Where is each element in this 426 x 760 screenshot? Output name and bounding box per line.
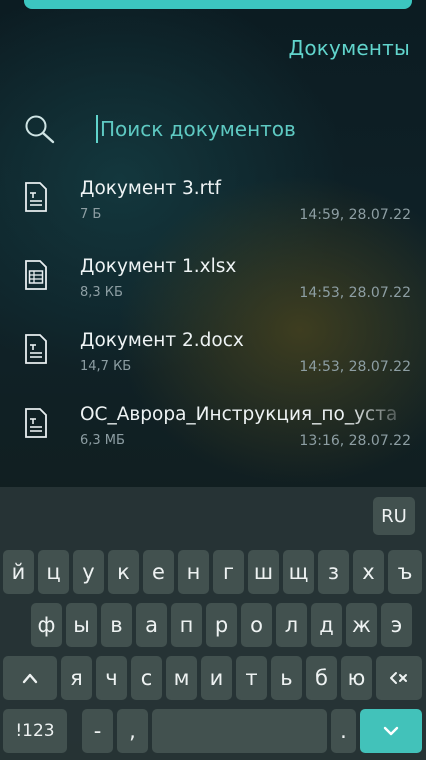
symbols-key[interactable]: !123 [3, 709, 67, 753]
key[interactable]: л [276, 603, 307, 647]
backspace-icon [390, 672, 407, 684]
file-size: 6,3 МБ [80, 433, 125, 448]
search-input[interactable] [96, 114, 420, 144]
key[interactable]: ъ [388, 550, 422, 594]
comma-key[interactable]: , [117, 709, 148, 753]
key[interactable]: т [236, 656, 267, 700]
chevron-down-icon [383, 726, 399, 736]
on-screen-keyboard: RU й ц у к е н г ш щ з х ъ ф ы в а п р о… [0, 487, 426, 760]
backspace-key[interactable] [376, 656, 422, 700]
key[interactable]: ц [38, 550, 69, 594]
text-document-icon [24, 334, 48, 364]
key[interactable]: е [143, 550, 174, 594]
space-key[interactable] [152, 709, 327, 753]
file-item[interactable]: Документ 3.rtf 7 Б 14:59, 28.07.22 [0, 176, 426, 236]
language-key[interactable]: RU [373, 497, 415, 535]
key[interactable]: д [311, 603, 342, 647]
key[interactable]: й [3, 550, 34, 594]
file-item[interactable]: Документ 1.xlsx 8,3 КБ 14:53, 28.07.22 [0, 254, 426, 314]
file-item[interactable]: ОС_Аврора_Инструкция_по_уста 6,3 МБ 13:1… [0, 402, 426, 462]
key[interactable]: ш [248, 550, 279, 594]
key[interactable]: ю [341, 656, 372, 700]
file-name: Документ 2.docx [80, 330, 244, 351]
text-document-icon [24, 408, 48, 438]
period-key[interactable]: . [331, 709, 356, 753]
shift-key[interactable] [3, 656, 57, 700]
spreadsheet-icon [24, 260, 48, 290]
key[interactable]: ч [96, 656, 127, 700]
key[interactable]: п [171, 603, 202, 647]
key[interactable]: г [213, 550, 244, 594]
file-size: 14,7 КБ [80, 359, 132, 374]
key[interactable]: я [61, 656, 92, 700]
key[interactable]: в [101, 603, 132, 647]
key[interactable]: н [178, 550, 209, 594]
key[interactable]: ь [271, 656, 302, 700]
key[interactable]: э [381, 603, 412, 647]
key[interactable]: и [201, 656, 232, 700]
key[interactable]: з [318, 550, 349, 594]
key[interactable]: ж [346, 603, 377, 647]
file-date: 14:53, 28.07.22 [299, 359, 411, 375]
shift-caret-icon [22, 673, 38, 684]
enter-key[interactable] [360, 709, 422, 753]
page-title: Документы [288, 36, 410, 60]
key[interactable]: о [241, 603, 272, 647]
file-date: 13:16, 28.07.22 [299, 433, 411, 449]
key[interactable]: с [131, 656, 162, 700]
key[interactable]: у [73, 550, 104, 594]
search-icon [22, 112, 60, 146]
file-size: 8,3 КБ [80, 285, 123, 300]
key[interactable]: к [108, 550, 139, 594]
file-date: 14:53, 28.07.22 [299, 285, 411, 301]
file-name: Документ 3.rtf [80, 178, 222, 199]
key[interactable]: х [353, 550, 384, 594]
file-name: ОС_Аврора_Инструкция_по_уста [80, 404, 398, 425]
file-name: Документ 1.xlsx [80, 256, 237, 277]
file-size: 7 Б [80, 207, 102, 222]
top-accent-bar [24, 0, 412, 9]
key[interactable]: м [166, 656, 197, 700]
dash-key[interactable]: - [82, 709, 113, 753]
file-date: 14:59, 28.07.22 [299, 207, 411, 223]
key[interactable]: б [306, 656, 337, 700]
file-item[interactable]: Документ 2.docx 14,7 КБ 14:53, 28.07.22 [0, 328, 426, 388]
text-document-icon [24, 182, 48, 212]
key[interactable]: а [136, 603, 167, 647]
key[interactable]: ы [66, 603, 97, 647]
key[interactable]: р [206, 603, 237, 647]
search-bar[interactable] [22, 112, 420, 146]
key[interactable]: щ [283, 550, 314, 594]
key[interactable]: ф [31, 603, 62, 647]
